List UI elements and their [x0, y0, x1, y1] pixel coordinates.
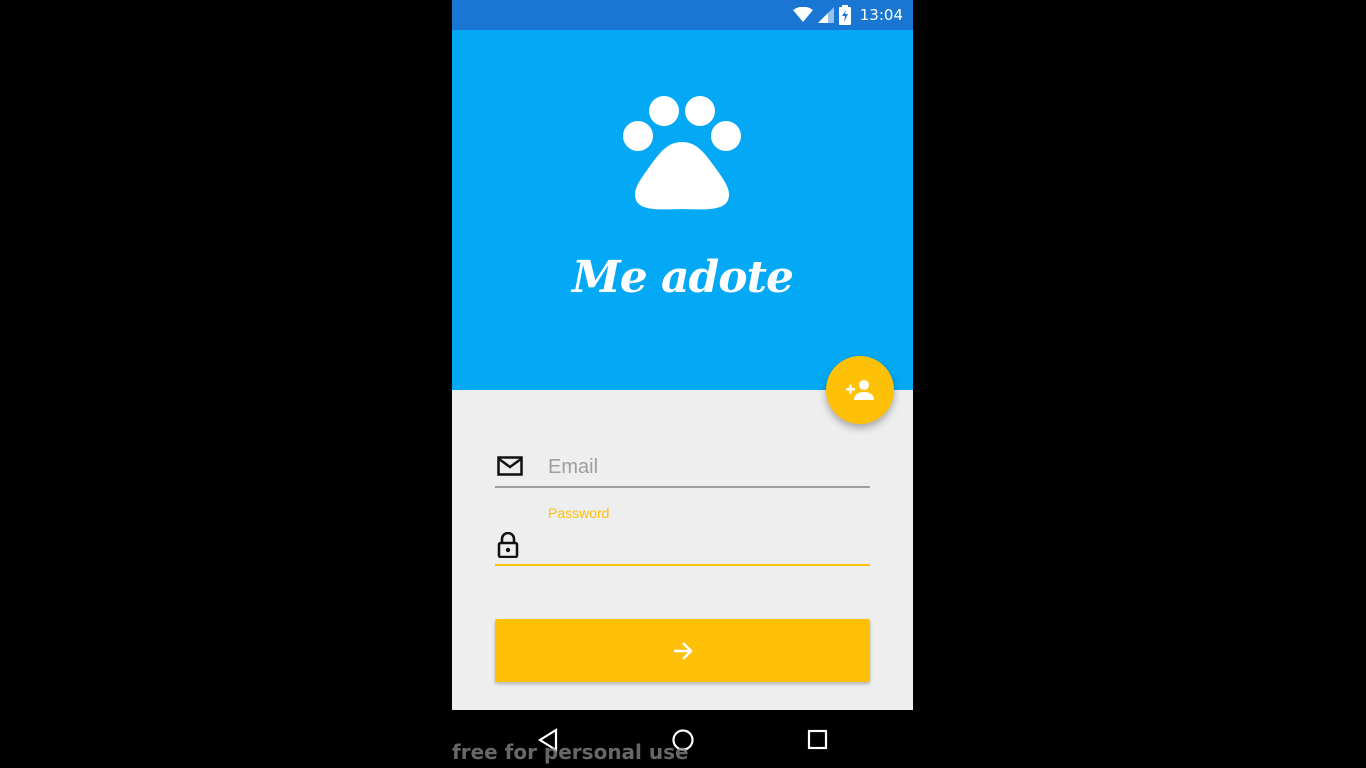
email-icon	[497, 456, 523, 476]
wifi-icon	[792, 7, 813, 22]
status-clock: 13:04	[859, 6, 903, 24]
email-field	[495, 450, 870, 488]
password-label: Password	[548, 505, 610, 521]
battery-charging-icon	[838, 5, 851, 25]
app-header: Me adote	[452, 30, 913, 390]
submit-button[interactable]	[495, 619, 870, 682]
password-field	[495, 528, 870, 566]
watermark-text: free for personal use	[452, 740, 689, 764]
arrow-right-icon	[673, 641, 693, 660]
register-fab[interactable]	[826, 356, 894, 424]
signal-icon	[817, 7, 834, 23]
phone-screen: 13:04 Me adote Password	[452, 0, 913, 768]
recents-icon[interactable]	[807, 728, 829, 752]
password-input[interactable]	[548, 528, 858, 562]
add-person-icon	[846, 380, 874, 400]
lock-icon	[497, 532, 519, 558]
email-input[interactable]	[548, 450, 858, 484]
app-title: Me adote	[572, 252, 794, 303]
status-bar: 13:04	[452, 0, 913, 30]
paw-icon	[623, 96, 741, 210]
